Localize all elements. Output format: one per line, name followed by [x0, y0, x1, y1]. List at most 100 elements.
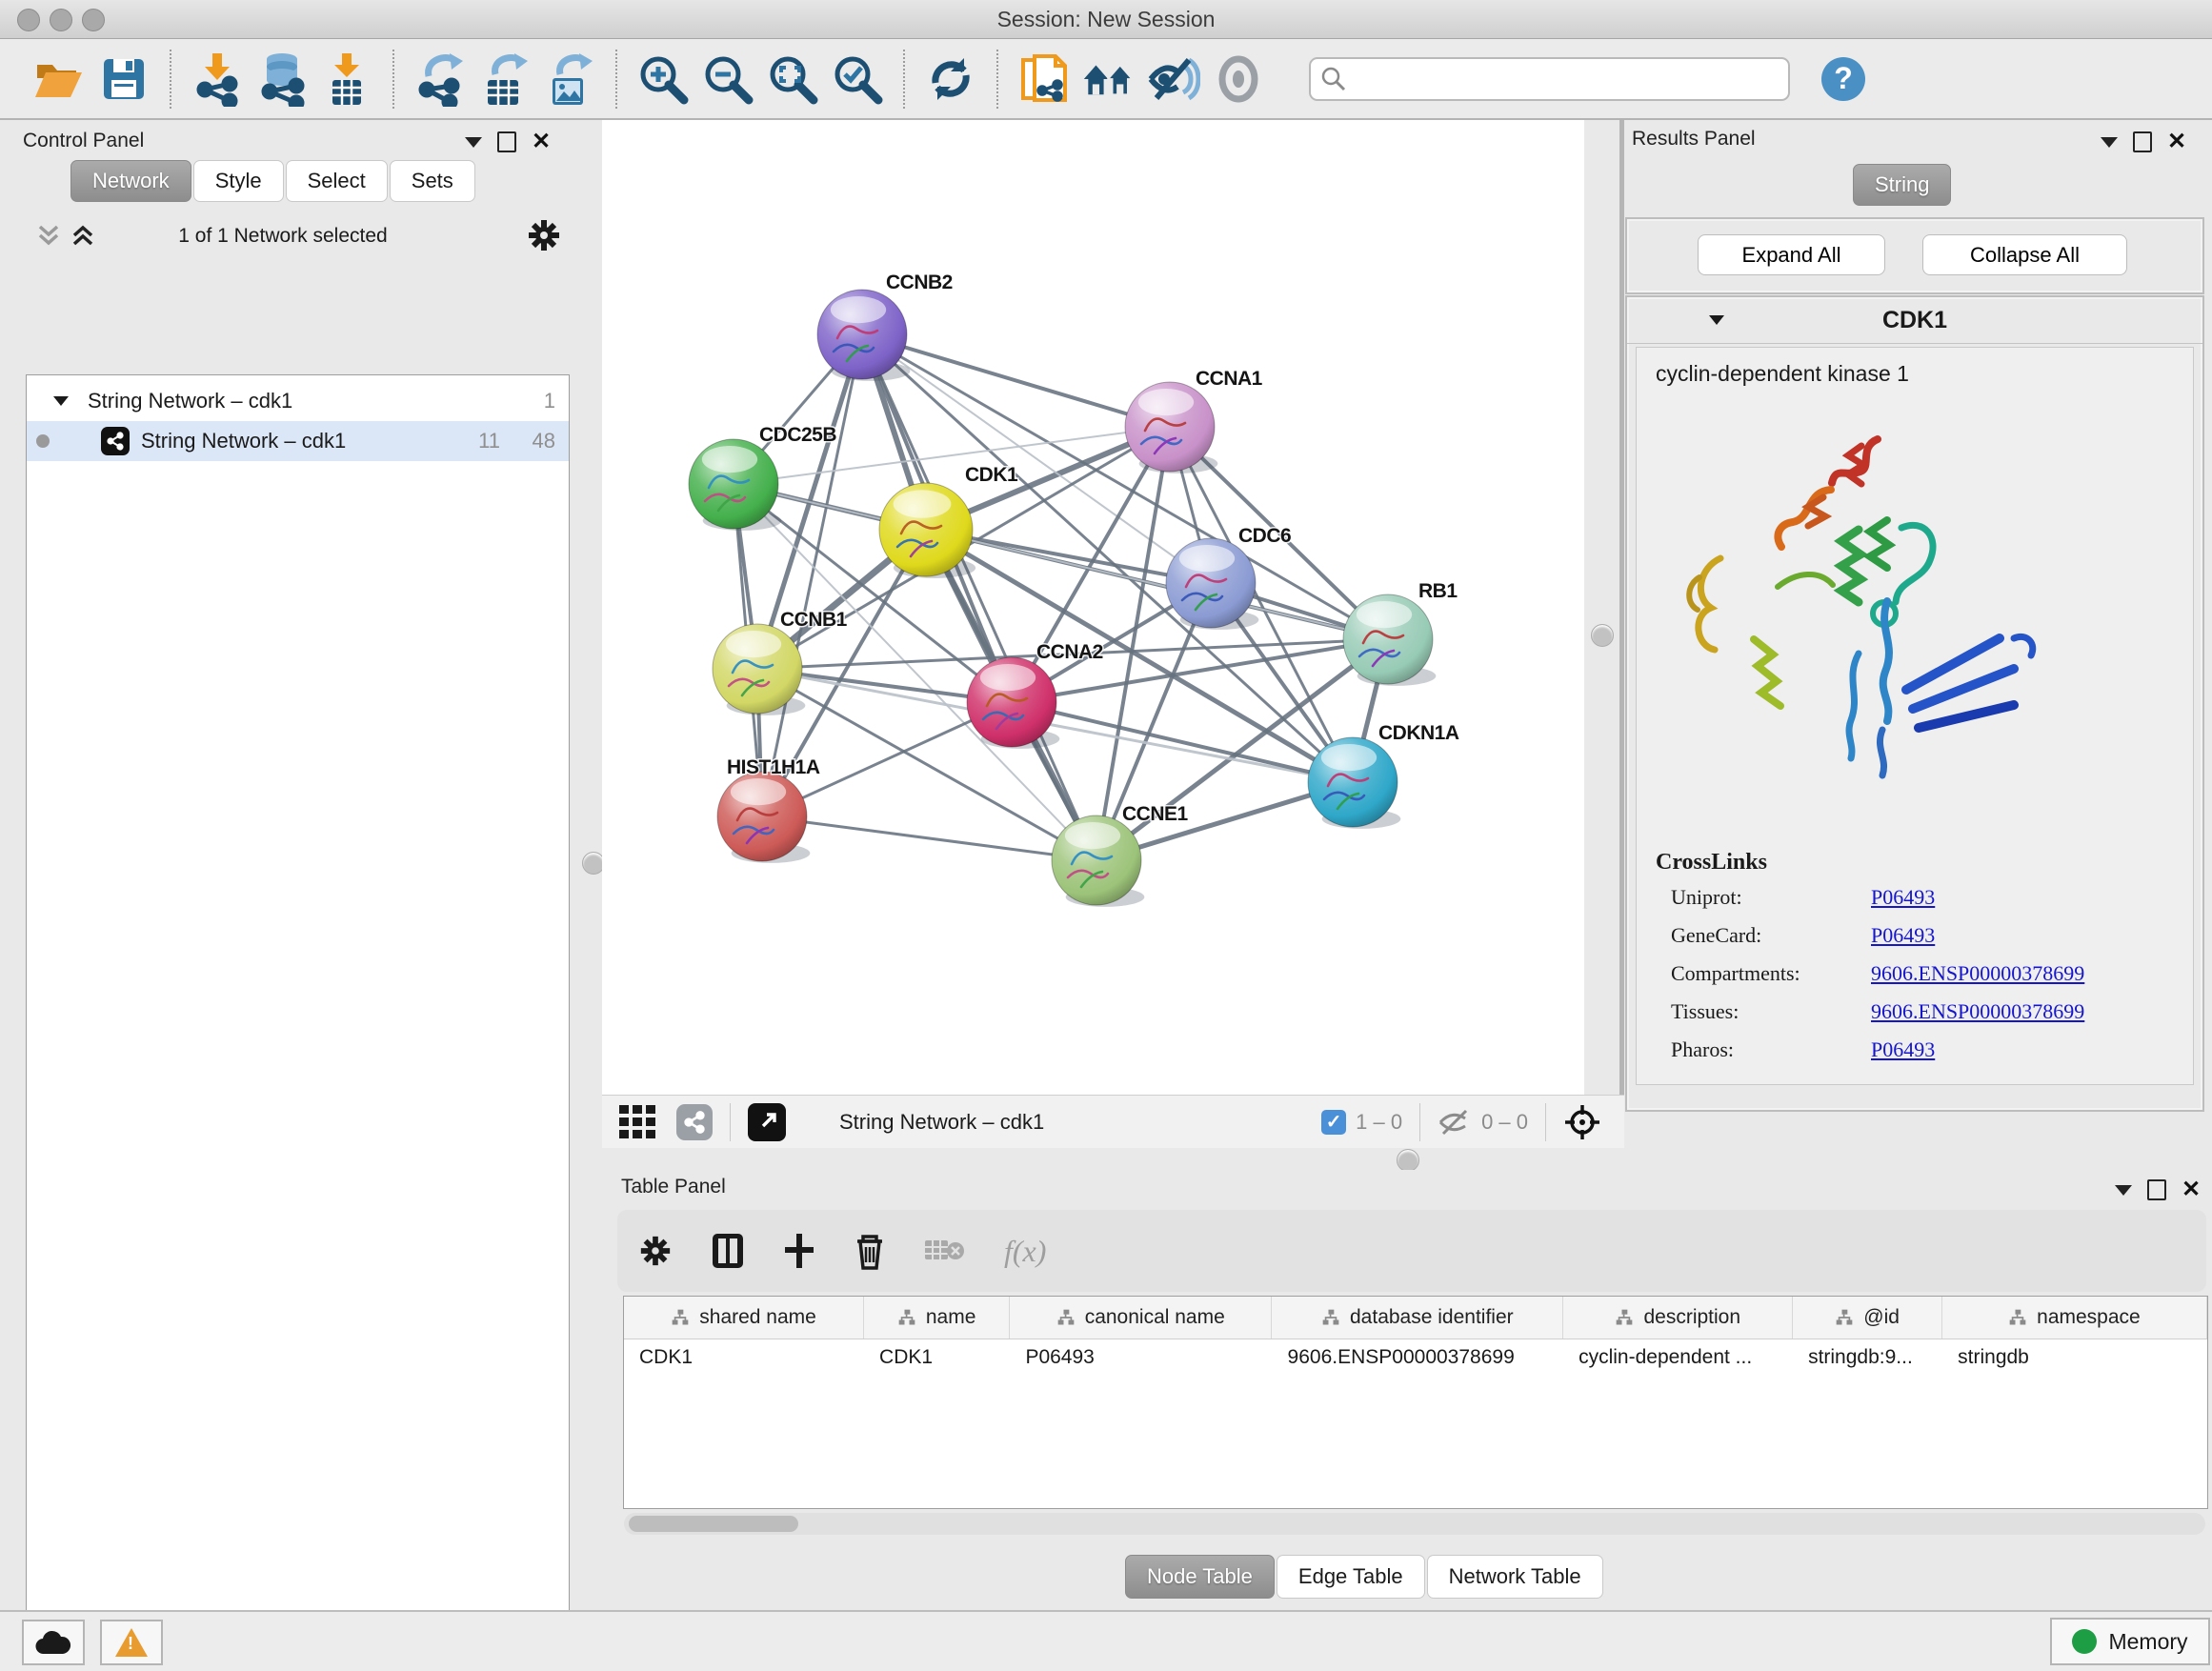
table-settings-icon[interactable] [638, 1234, 673, 1268]
column-header-canonical-name[interactable]: canonical name [1010, 1297, 1272, 1339]
zoom-in-icon[interactable] [636, 50, 690, 108]
network-edge[interactable] [862, 334, 1096, 860]
close-panel-icon[interactable]: ✕ [2167, 133, 2186, 151]
table-hscrollbar-thumb[interactable] [629, 1516, 798, 1532]
import-network-database-icon[interactable] [255, 50, 309, 108]
column-header-shared-name[interactable]: shared name [624, 1297, 864, 1339]
crosslink-value-link[interactable]: 9606.ENSP00000378699 [1871, 999, 2084, 1024]
warning-icon [115, 1628, 148, 1657]
table-cell[interactable]: cyclin-dependent ... [1563, 1339, 1793, 1376]
network-row[interactable]: String Network – cdk1 11 48 [27, 421, 569, 461]
tab-string[interactable]: String [1853, 164, 1951, 206]
panel-menu-icon[interactable] [465, 137, 482, 148]
function-builder-icon[interactable]: f(x) [1004, 1234, 1046, 1269]
network-canvas[interactable]: CCNB2CCNA1CDC25BCDK1CDC6RB1CCNB1CCNA2CDK… [602, 120, 1584, 1095]
table-cell[interactable]: stringdb [1942, 1339, 2207, 1376]
open-external-icon[interactable] [748, 1103, 786, 1141]
network-edge[interactable] [862, 334, 1170, 427]
export-image-icon[interactable] [543, 50, 596, 108]
memory-button[interactable]: Memory [2050, 1618, 2210, 1665]
node-count: 11 [478, 429, 500, 453]
import-network-file-icon[interactable] [191, 50, 244, 108]
protein-structure-image [1663, 415, 2073, 835]
graphics-details-icon[interactable] [1212, 50, 1265, 108]
show-columns-icon[interactable] [711, 1232, 745, 1270]
hidden-eye-icon[interactable] [1438, 1109, 1472, 1136]
float-panel-icon[interactable] [2147, 1179, 2166, 1200]
help-icon[interactable]: ? [1817, 50, 1870, 108]
refresh-layout-icon[interactable] [924, 50, 977, 108]
tab-style[interactable]: Style [193, 160, 284, 202]
network-edge[interactable] [1012, 702, 1353, 782]
table-splitter-handle[interactable] [1397, 1149, 1419, 1172]
network-node-label: CDK1 [965, 464, 1018, 486]
column-header-description[interactable]: description [1563, 1297, 1793, 1339]
table-cell[interactable]: CDK1 [624, 1339, 864, 1376]
close-panel-icon[interactable]: ✕ [532, 133, 551, 151]
crosslink-label: Pharos: [1671, 1037, 1871, 1062]
table-row[interactable]: CDK1CDK1P064939606.ENSP00000378699cyclin… [624, 1339, 2207, 1376]
network-node-label: CCNA2 [1036, 641, 1103, 663]
search-input[interactable] [1309, 57, 1790, 101]
export-table-icon[interactable] [478, 50, 532, 108]
column-header-database-identifier[interactable]: database identifier [1272, 1297, 1563, 1339]
clear-table-icon[interactable] [924, 1237, 966, 1265]
tab-network-table[interactable]: Network Table [1427, 1555, 1603, 1599]
network-node-label: HIST1H1A [727, 756, 820, 778]
houses-icon[interactable] [1082, 50, 1136, 108]
crosslink-row: Pharos:P06493 [1671, 1037, 2193, 1062]
right-splitter-handle[interactable] [1591, 624, 1614, 647]
column-header-name[interactable]: name [864, 1297, 1010, 1339]
tab-network[interactable]: Network [70, 160, 191, 202]
tab-select[interactable]: Select [286, 160, 388, 202]
network-options-gear-icon[interactable] [526, 217, 562, 253]
tab-sets[interactable]: Sets [390, 160, 475, 202]
node-table[interactable]: shared namenamecanonical namedatabase id… [623, 1296, 2208, 1509]
warning-button[interactable] [100, 1620, 163, 1665]
table-tabs: Node TableEdge TableNetwork Table [1125, 1555, 1605, 1599]
zoom-selected-icon[interactable] [831, 50, 884, 108]
selected-checkbox[interactable]: ✓ [1321, 1110, 1346, 1135]
save-session-icon[interactable] [97, 50, 151, 108]
collection-name: String Network – cdk1 [88, 389, 292, 413]
zoom-fit-icon[interactable] [766, 50, 819, 108]
tab-node-table[interactable]: Node Table [1125, 1555, 1275, 1599]
birdseye-grid-icon[interactable] [619, 1105, 661, 1139]
cloud-button[interactable] [22, 1620, 85, 1665]
table-hscrollbar[interactable] [624, 1513, 2205, 1535]
network-collection-row[interactable]: String Network – cdk1 1 [27, 381, 569, 421]
network-edge[interactable] [762, 816, 1096, 860]
export-network-icon[interactable] [413, 50, 467, 108]
tab-edge-table[interactable]: Edge Table [1277, 1555, 1425, 1599]
table-cell[interactable]: CDK1 [864, 1339, 1010, 1376]
import-table-icon[interactable] [320, 50, 373, 108]
duplicate-network-icon[interactable] [1017, 50, 1071, 108]
table-cell[interactable]: stringdb:9... [1793, 1339, 1942, 1376]
crosslink-value-link[interactable]: P06493 [1871, 923, 1935, 948]
crosslink-label: GeneCard: [1671, 923, 1871, 948]
share-network-icon[interactable] [676, 1104, 713, 1140]
column-header--id[interactable]: @id [1793, 1297, 1942, 1339]
network-edge[interactable] [762, 334, 862, 816]
crosslink-value-link[interactable]: P06493 [1871, 1037, 1935, 1062]
panel-menu-icon[interactable] [2101, 137, 2118, 148]
float-panel-icon[interactable] [2133, 131, 2152, 152]
table-cell[interactable]: 9606.ENSP00000378699 [1273, 1339, 1564, 1376]
crosshair-icon[interactable] [1563, 1103, 1601, 1141]
zoom-out-icon[interactable] [701, 50, 754, 108]
crosslink-value-link[interactable]: 9606.ENSP00000378699 [1871, 961, 2084, 986]
open-file-icon[interactable] [32, 50, 86, 108]
network-node-label: CDKN1A [1378, 722, 1459, 744]
close-panel-icon[interactable]: ✕ [2182, 1181, 2201, 1198]
collapse-collection-icon[interactable] [51, 393, 70, 409]
hide-unhide-icon[interactable] [1147, 50, 1200, 108]
column-header-namespace[interactable]: namespace [1942, 1297, 2207, 1339]
table-cell[interactable]: P06493 [1010, 1339, 1272, 1376]
collapse-all-button[interactable]: Collapse All [1922, 234, 2127, 275]
expand-all-button[interactable]: Expand All [1698, 234, 1885, 275]
float-panel-icon[interactable] [497, 131, 516, 152]
panel-menu-icon[interactable] [2115, 1185, 2132, 1196]
crosslink-value-link[interactable]: P06493 [1871, 885, 1935, 910]
delete-column-icon[interactable] [854, 1232, 886, 1270]
add-column-icon[interactable] [783, 1232, 815, 1270]
